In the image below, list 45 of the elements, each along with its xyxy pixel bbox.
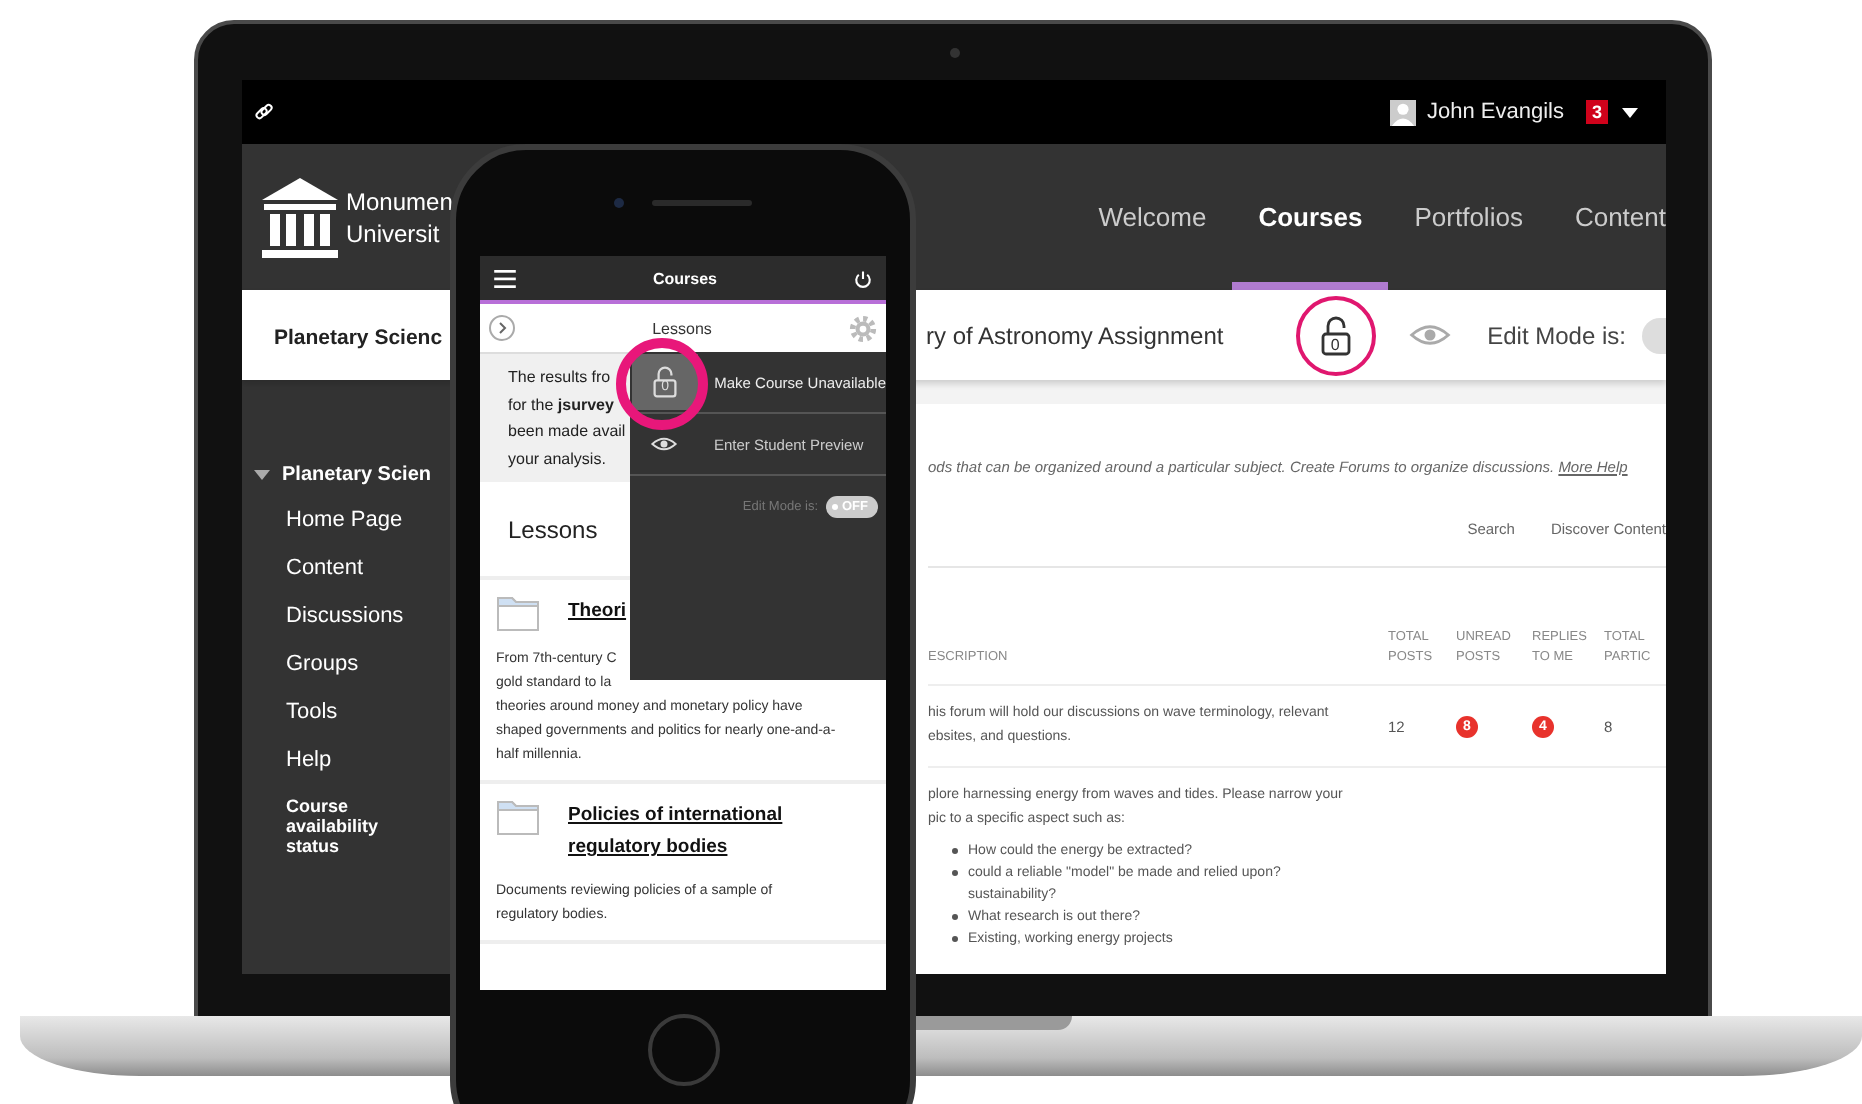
page-title: ry of Astronomy Assignment (926, 321, 1224, 349)
sidebar-course[interactable]: Planetary Scien (282, 463, 431, 485)
camera-dot (950, 48, 960, 58)
lock-icon (1319, 315, 1352, 355)
edit-mode-label: Edit Mode is: (1487, 321, 1626, 349)
link-icon[interactable] (254, 102, 274, 122)
bullet-dot (952, 914, 958, 920)
sidebar-item[interactable]: Home Page (286, 508, 403, 536)
notice-text: The results fro (508, 366, 611, 390)
notification-badge[interactable]: 3 (1585, 100, 1608, 124)
caret-icon[interactable] (1622, 107, 1638, 117)
app-title: Courses (652, 269, 717, 287)
sidebar-item[interactable]: Tools (286, 700, 338, 728)
bullet-dot (952, 848, 958, 854)
bullet-dot (952, 870, 958, 876)
nav-tab[interactable]: Content (1548, 152, 1666, 290)
sub-title: Lessons (652, 319, 712, 337)
lock-count: 0 (1328, 335, 1342, 353)
institution-name: Universit (346, 217, 442, 249)
notice-text: been made avail (508, 420, 626, 444)
folder-icon (496, 796, 540, 836)
sidebar-item[interactable]: Discussions (286, 604, 404, 632)
notice-text: for the jsurvey (508, 393, 614, 418)
sidebar-item[interactable]: Content (286, 556, 364, 584)
sidebar-item[interactable]: Groups (286, 652, 359, 680)
folder-icon (496, 592, 540, 632)
course-title: Planetary Scienc (274, 325, 443, 349)
sidebar-item[interactable]: Help (286, 748, 332, 776)
building-logo-icon (260, 175, 340, 259)
lock-button[interactable]: 0 (1295, 295, 1376, 375)
lesson-link[interactable]: Policies of international regulatory bodies (568, 800, 828, 864)
camera-dot (614, 198, 624, 208)
nav-tab[interactable]: Welcome (1072, 152, 1233, 290)
sidebar-item[interactable]: Course availability status (286, 796, 436, 856)
chevron-icon[interactable] (488, 314, 516, 342)
eye-icon (650, 434, 678, 454)
notice-text: your analysis. (508, 447, 606, 472)
nav-tab[interactable]: Portfolios (1388, 152, 1549, 290)
power-icon[interactable] (853, 269, 872, 287)
menu-icon[interactable] (494, 269, 516, 287)
lock-icon (652, 366, 679, 398)
bullet-dot (952, 936, 958, 942)
avatar-icon (1390, 99, 1417, 125)
institution-name: Monumen (346, 185, 453, 217)
user-name[interactable]: John Evangils (1426, 100, 1564, 124)
